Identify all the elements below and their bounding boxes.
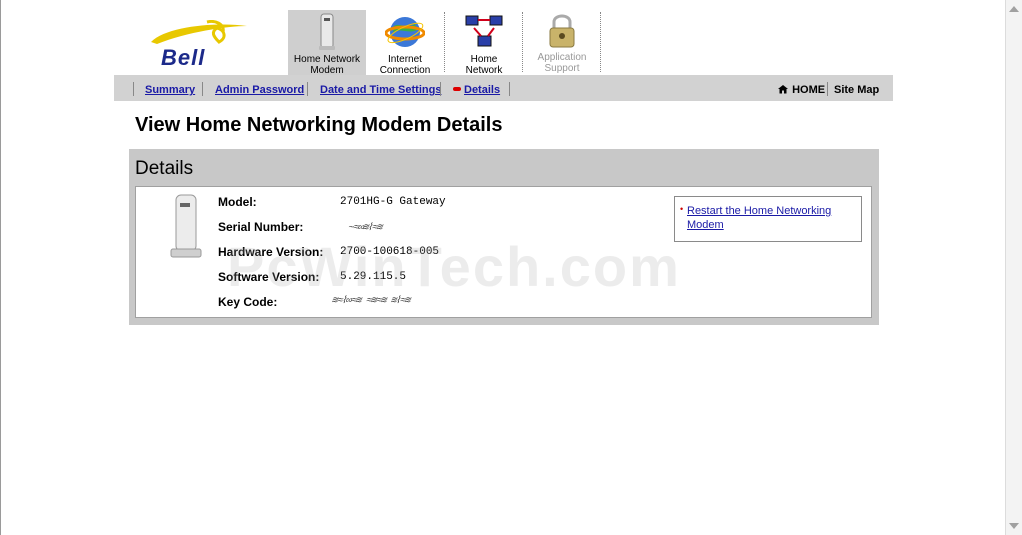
serial-number-label: Serial Number: (218, 220, 304, 234)
nav-divider (133, 82, 134, 96)
serial-number-obscured: ~≈∞≋⌇≈≋ (345, 223, 384, 234)
house-icon (778, 85, 788, 94)
software-version-value: 5.29.115.5 (340, 271, 407, 283)
tab-label: Home Network (465, 54, 503, 76)
tab-application-support[interactable]: Application Support (526, 10, 598, 76)
sub-navigation-bar: Summary Admin Password Date and Time Set… (114, 75, 893, 101)
tab-label: Internet Connection (379, 54, 431, 76)
logo-text: Bell (161, 45, 206, 70)
model-label: Model: (218, 195, 257, 209)
software-version-label: Software Version: (218, 270, 320, 284)
details-content: Model: 2701HG-G Gateway Serial Number: ~… (135, 186, 872, 318)
key-code-label: Key Code: (218, 295, 278, 309)
hardware-version-value: 2700-100618-005 (340, 246, 440, 258)
home-link-label: HOME (792, 84, 826, 96)
nav-divider (440, 82, 441, 96)
nav-link-details-label: Details (464, 84, 501, 96)
nav-link-date-time-settings[interactable]: Date and Time Settings (320, 84, 441, 96)
nav-divider (202, 82, 203, 96)
nav-divider (509, 82, 510, 96)
tab-home-network-modem[interactable]: Home Network Modem (288, 10, 366, 76)
scroll-up-arrow-icon[interactable] (1009, 6, 1019, 12)
page-title: View Home Networking Modem Details (135, 114, 503, 136)
tab-internet-connection[interactable]: Internet Connection (369, 10, 441, 76)
bullet-icon: • (680, 204, 684, 214)
scroll-down-arrow-icon[interactable] (1009, 523, 1019, 529)
nav-link-details[interactable]: Details (453, 84, 500, 96)
network-computers-icon (465, 15, 503, 47)
restart-modem-link[interactable]: Restart the Home Networking Modem (687, 204, 857, 232)
tab-divider (600, 12, 601, 72)
modem-device-image (170, 194, 202, 258)
site-map-link[interactable]: Site Map (834, 84, 879, 96)
vertical-scrollbar[interactable] (1005, 0, 1022, 535)
hardware-version-label: Hardware Version: (218, 245, 324, 259)
details-panel: Details Model: 2701HG-G Gateway Serial N… (129, 149, 879, 325)
current-page-marker-icon (453, 87, 461, 91)
tab-label: Home Network Modem (293, 54, 361, 76)
home-link[interactable]: HOME (777, 84, 825, 96)
key-code-obscured: ≋≈⌇∞≈≋ ≈≋≈≋ ≋⌇≈≋ (329, 296, 412, 307)
modem-icon (319, 13, 335, 50)
tab-divider (444, 12, 445, 72)
details-heading: Details (135, 158, 194, 179)
tab-label: Application Support (537, 52, 587, 74)
nav-divider (307, 82, 308, 96)
padlock-icon (549, 14, 575, 48)
tab-divider (522, 12, 523, 72)
actions-box: • Restart the Home Networking Modem (674, 196, 862, 242)
nav-divider (827, 82, 828, 96)
nav-link-admin-password[interactable]: Admin Password (215, 84, 304, 96)
nav-link-summary[interactable]: Summary (145, 84, 195, 96)
globe-icon (385, 17, 425, 47)
model-value: 2701HG-G Gateway (340, 196, 446, 208)
bell-logo: Bell (147, 20, 257, 70)
tab-home-network[interactable]: Home Network (448, 10, 520, 76)
